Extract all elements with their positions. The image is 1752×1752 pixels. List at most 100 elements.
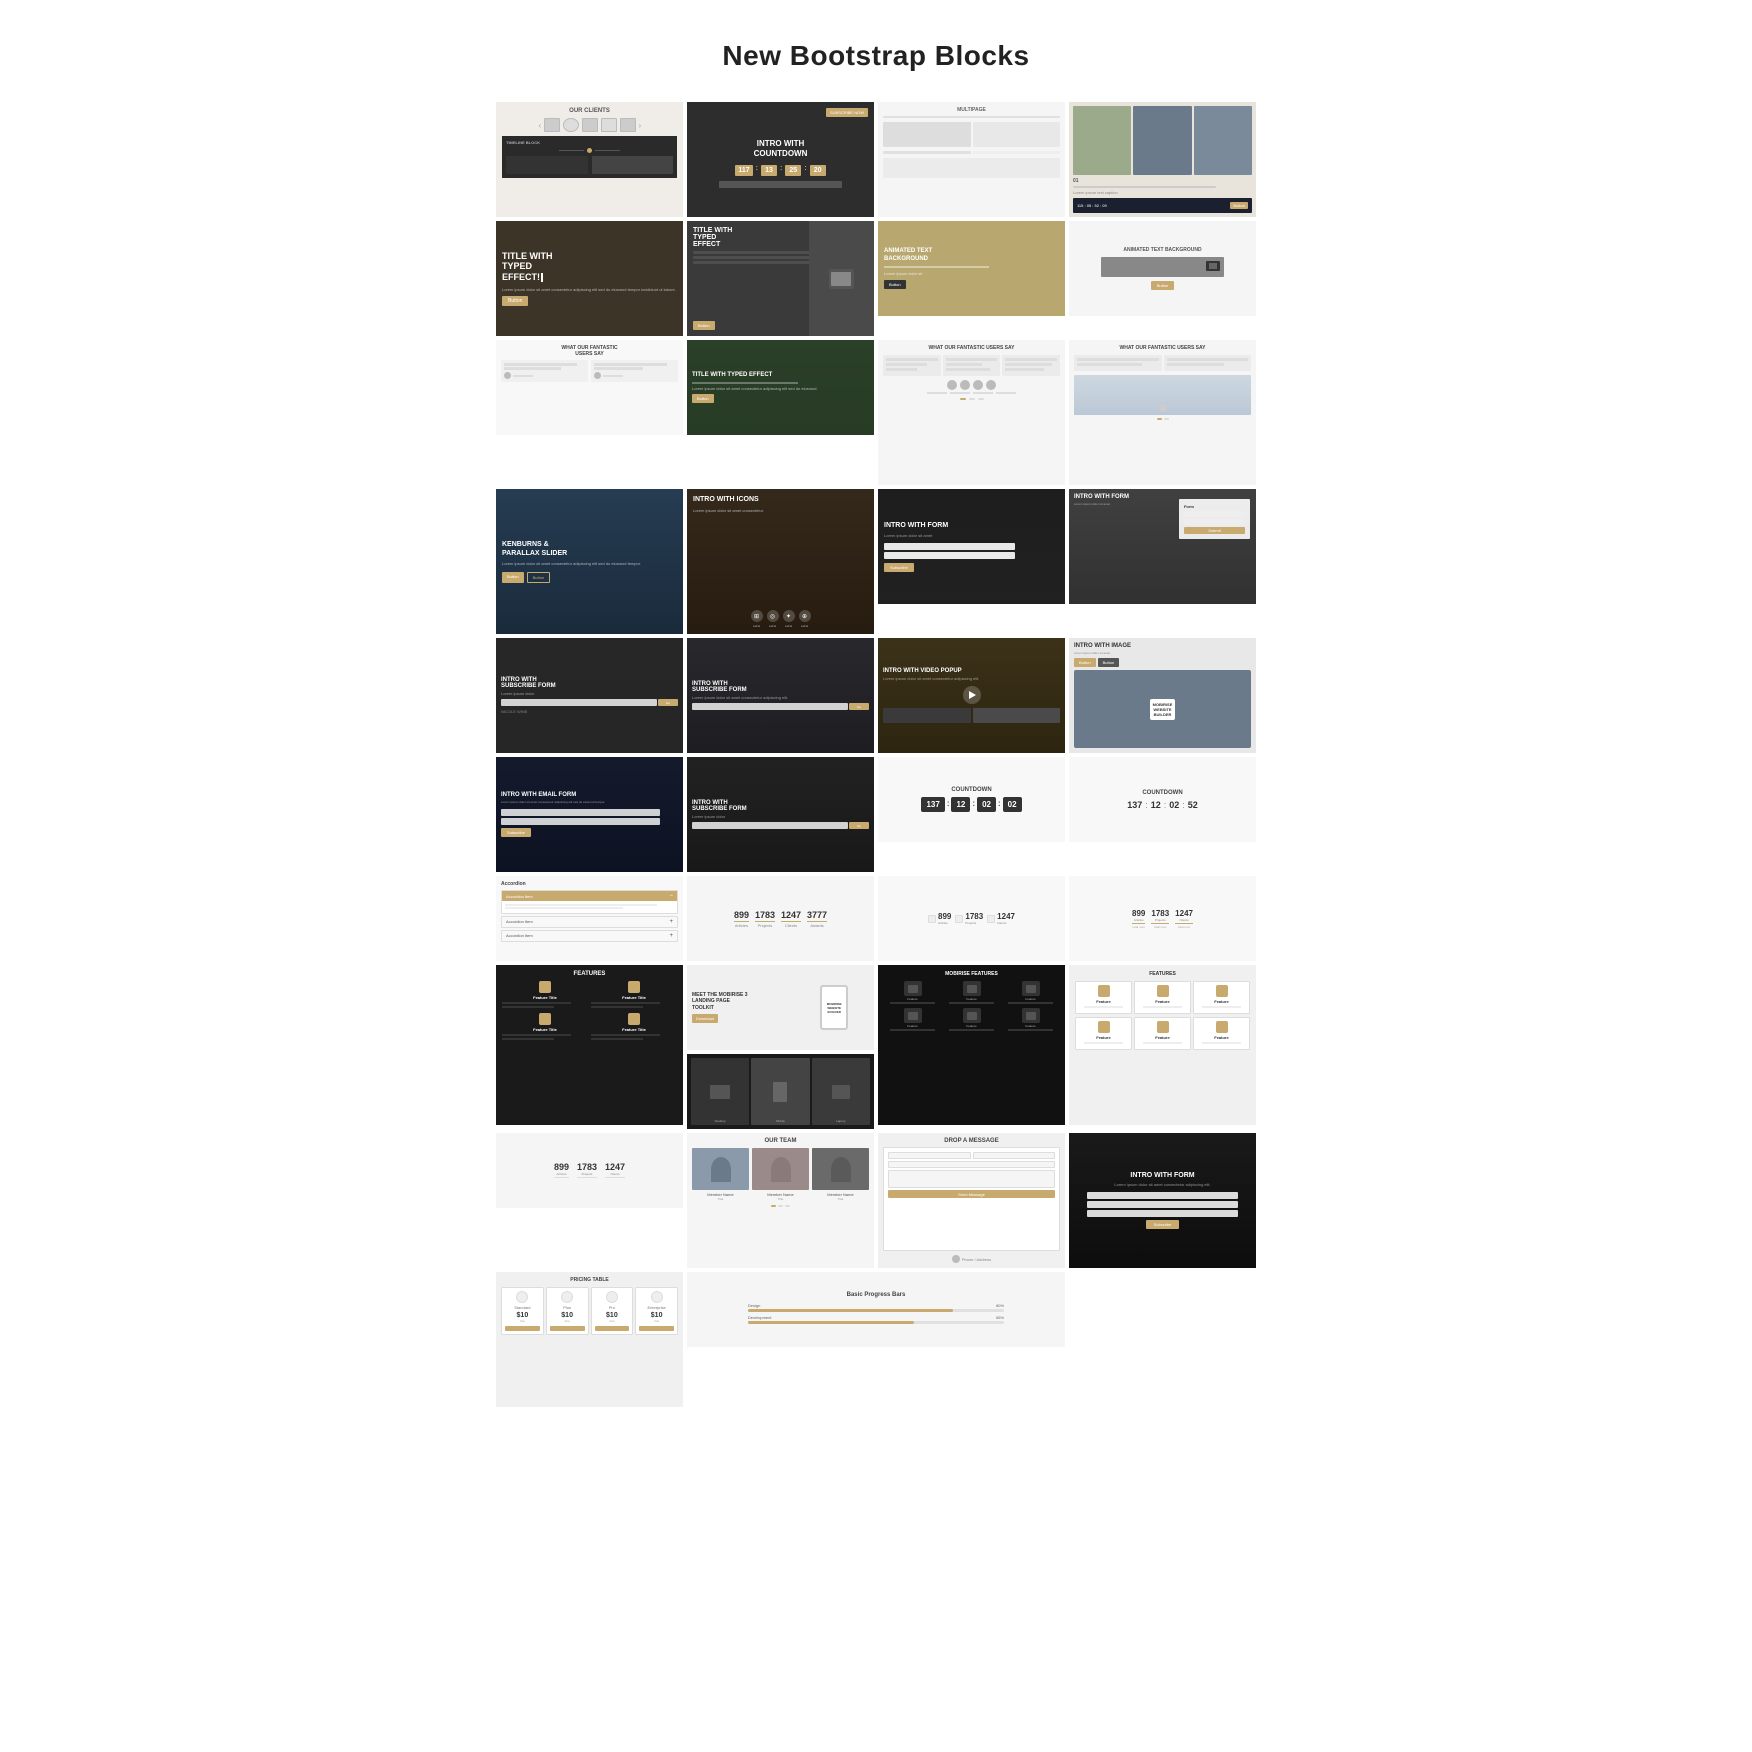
block-intro-subscribe[interactable]: INTRO WITHSUBSCRIBE FORM Lorem ipsum dol… <box>496 638 683 753</box>
block-drop-message[interactable]: DROP A MESSAGE Send Message Phone / Addr… <box>878 1133 1065 1268</box>
subscribe-inline-btn[interactable]: Go <box>666 701 670 705</box>
intro-form-final-sub: Lorem ipsum dolor sit amet consectetur a… <box>1114 1182 1210 1188</box>
block-countdown-light1[interactable]: COUNTDOWN 137 : 12 : 02 : 02 <box>878 757 1065 842</box>
intro-icons-sub: Lorem ipsum dolor sit amet consectetur. <box>693 508 868 514</box>
block-features-dark[interactable]: FEATURES Feature Title Feature Title <box>496 965 683 1125</box>
mbf-label6: Feature <box>1002 1024 1059 1028</box>
block-title-typed-sm[interactable]: TITLE WITHTYPEDEFFECT Button <box>687 221 874 336</box>
counter1-lab4: Awards <box>807 923 827 928</box>
block-counters3[interactable]: 899 Articles total num 1783 Projects tot… <box>1069 876 1256 961</box>
block-our-team[interactable]: OUR TEAM Member Name Title Member Name <box>687 1133 874 1268</box>
drop-message-title: DROP A MESSAGE <box>883 1138 1060 1144</box>
block-what-fantastic-med[interactable]: WHAT OUR FANTASTIC USERS SAY <box>1069 340 1256 485</box>
c4-val1: 899 <box>554 1162 569 1172</box>
intro-video-title: INTRO WITH VIDEO POPUP <box>883 668 1060 674</box>
darkbar-label: 115 : 05 : 52 : 09 <box>1077 203 1107 208</box>
block-intro-icons[interactable]: INTRO WITH ICONS Lorem ipsum dolor sit a… <box>687 489 874 634</box>
intro-subscribe-sub: Lorem ipsum dolor <box>501 691 678 696</box>
kenburns-btn2[interactable]: Button <box>527 572 551 583</box>
c3-sub1: total num <box>1132 925 1145 929</box>
title-typed-large-text: TITLE WITHTYPEDEFFECT! <box>502 251 553 283</box>
photos-caption: Lorem ipsum text caption <box>1073 190 1252 195</box>
intro-form-final-btn[interactable]: Subscribe <box>1146 1220 1180 1229</box>
block-intro-video[interactable]: INTRO WITH VIDEO POPUP Lorem ipsum dolor… <box>878 638 1065 753</box>
block-countdown-dark[interactable]: ANIMATED TEXT BACKGROUND Button <box>1069 221 1256 316</box>
cd1-d: 137 <box>921 797 944 812</box>
countdown-dark-label: ANIMATED TEXT BACKGROUND <box>1123 247 1201 253</box>
intro-email-btn[interactable]: Subscribe <box>501 828 531 837</box>
subscribe-now-btn[interactable]: SUBSCRIBE NOW <box>826 108 868 117</box>
block-intro-sub-form[interactable]: INTRO WITHSUBSCRIBE FORM Lorem ipsum dol… <box>687 638 874 753</box>
animated-text-sub: Lorem ipsum dolor sit <box>884 271 922 276</box>
block-intro-form-final[interactable]: INTRO WITH FORM Lorem ipsum dolor sit am… <box>1069 1133 1256 1268</box>
intro-image-btn2[interactable]: Button <box>1098 658 1120 667</box>
block-intro-email[interactable]: INTRO WITH EMAIL FORM Lorem ipsum dolor … <box>496 757 683 872</box>
accordion-expand3[interactable]: + <box>669 933 673 939</box>
block-mobirise-features-img[interactable]: Desktop Mobile Laptop <box>687 1054 874 1129</box>
title-typed-sm-btn[interactable]: Button <box>693 321 715 330</box>
block-fantastic-sm[interactable]: WHAT OUR FANTASTICUSERS SAY <box>496 340 683 435</box>
pricing-period1: /mo <box>505 1319 540 1323</box>
block-accordion[interactable]: Accordion Accordion Item − Accordion Ite… <box>496 876 683 961</box>
block-title-typed-large[interactable]: TITLE WITHTYPEDEFFECT! Lorem ipsum dolor… <box>496 221 683 336</box>
intro-form-sm-btn[interactable]: Subscribe <box>884 563 914 572</box>
meet-mobirise-btn[interactable]: Download <box>692 1014 718 1023</box>
block-our-clients[interactable]: OUR CLIENTS ‹ › TIMELINE BLOCK <box>496 102 683 217</box>
block-meet-mobirise[interactable]: MEET THE MOBIRISE 3LANDING PAGETOOLKIT D… <box>687 965 874 1050</box>
c3-lab2: Projects <box>1151 918 1169 922</box>
cd-hours: 13 <box>761 165 777 176</box>
intro-sub-form-title: INTRO WITHSUBSCRIBE FORM <box>692 681 869 693</box>
accordion-expand2[interactable]: + <box>669 919 673 925</box>
accordion-expand1[interactable]: − <box>669 893 673 899</box>
block-title-typed-forest[interactable]: TITLE WITH TYPED EFFECT Lorem ipsum dolo… <box>687 340 874 435</box>
drop-send-btn[interactable]: Send Message <box>958 1192 985 1197</box>
animated-text-btn[interactable]: Button <box>884 280 906 289</box>
c3-sub3: total num <box>1175 925 1193 929</box>
block-countdown-light2[interactable]: COUNTDOWN 137 : 12 : 02 : 52 <box>1069 757 1256 842</box>
pricing-tier3: Pro <box>595 1305 630 1310</box>
team-role3: Title <box>838 1197 844 1201</box>
c4-lab2: Projects <box>577 1172 597 1176</box>
block-photos-top[interactable]: 01 Lorem ipsum text caption 115 : 05 : 5… <box>1069 102 1256 217</box>
block-counters2[interactable]: 899 Articles 1783 Projects <box>878 876 1065 961</box>
block-intro-form-sm[interactable]: INTRO WITH FORM Lorem ipsum dolor sit am… <box>878 489 1065 604</box>
block-counters4[interactable]: 899 Articles 1783 Projects 1247 Clients <box>496 1133 683 1208</box>
c2-val2: 1783 <box>965 912 983 921</box>
intro-form-final-title: INTRO WITH FORM <box>1130 1172 1194 1179</box>
block-features-light[interactable]: FEATURES Feature Feature Feature <box>1069 965 1256 1125</box>
sub2-btn[interactable]: Go <box>857 824 861 828</box>
block-pricing[interactable]: PRICING TABLE Standard $10 /mo Plus $10 … <box>496 1272 683 1407</box>
mbf-label5: Feature <box>943 1024 1000 1028</box>
title-typed-large-btn[interactable]: Button <box>502 296 528 306</box>
animated-text-dark-btn[interactable]: Button <box>1151 281 1175 290</box>
cd2-s: 52 <box>1188 800 1198 810</box>
c2-val1: 899 <box>938 912 951 921</box>
block-kenburns[interactable]: KENBURNS &PARALLAX SLIDER Lorem ipsum do… <box>496 489 683 634</box>
block-animated-text[interactable]: ANIMATED TEXTBACKGROUND Lorem ipsum dolo… <box>878 221 1065 316</box>
c4-val3: 1247 <box>605 1162 625 1172</box>
photos-stat: 01 <box>1073 178 1252 184</box>
block-intro-form-med[interactable]: INTRO WITH FORM Lorem ipsum dolor sit am… <box>1069 489 1256 604</box>
pricing-price1: $10 <box>505 1312 540 1319</box>
pricing-price3: $10 <box>595 1312 630 1319</box>
block-progress-bars[interactable]: Basic Progress Bars Design 80% Devel <box>687 1272 1065 1347</box>
block-counters1[interactable]: 899 Articles 1783 Projects 1247 Clients <box>687 876 874 961</box>
kenburns-sub: Lorem ipsum dolor sit amet consectetur a… <box>502 561 677 567</box>
block-intro-image[interactable]: INTRO WITH IMAGE Lorem ipsum dolor sit a… <box>1069 638 1256 753</box>
intro-icons-title: INTRO WITH ICONS <box>693 495 868 504</box>
intro-image-btn1[interactable]: Button <box>1074 658 1096 667</box>
darkbar-btn[interactable]: Button <box>1230 202 1248 209</box>
title-typed-large-sub: Lorem ipsum dolor sit amet consectetur a… <box>502 287 676 293</box>
kenburns-btn1[interactable]: Button <box>502 572 524 583</box>
c2-lab1: Articles <box>938 921 951 925</box>
block-multipage[interactable]: MULTIPAGE <box>878 102 1065 217</box>
sub-form-btn[interactable]: Go <box>857 705 861 709</box>
forest-btn[interactable]: Button <box>692 394 714 403</box>
multipage-label: MULTIPAGE <box>883 107 1060 113</box>
form-btn-label[interactable]: Submit <box>1208 528 1220 533</box>
block-fantastic-lg[interactable]: WHAT OUR FANTASTIC USERS SAY <box>878 340 1065 485</box>
pricing-tier2: Plus <box>550 1305 585 1310</box>
block-intro-countdown[interactable]: SUBSCRIBE NOW INTRO WITHCOUNTDOWN 117 : … <box>687 102 874 217</box>
block-mobirise-features[interactable]: MOBIRISE FEATURES Feature <box>878 965 1065 1125</box>
block-intro-sub2[interactable]: INTRO WITHSUBSCRIBE FORM Lorem ipsum dol… <box>687 757 874 872</box>
